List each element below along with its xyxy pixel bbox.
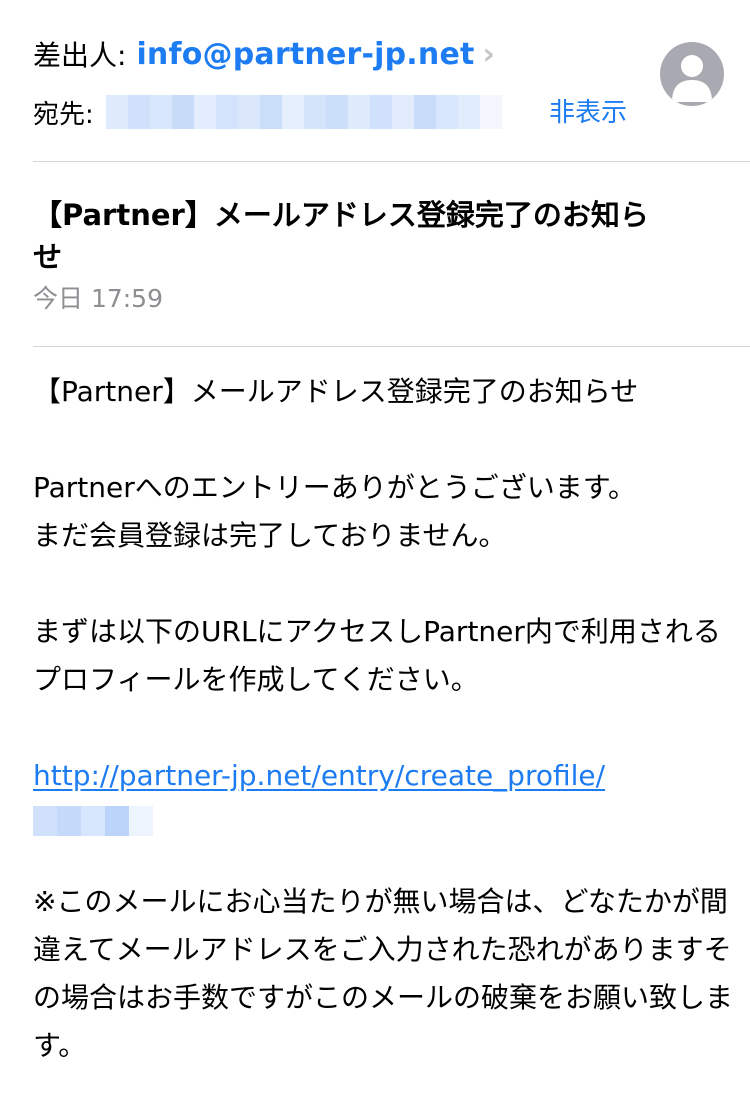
to-row: 宛先: — [33, 90, 502, 134]
person-silhouette-icon — [672, 55, 712, 102]
chevron-right-icon[interactable]: › — [483, 37, 495, 72]
from-label: 差出人: — [33, 39, 127, 72]
message-subject: 【Partner】メールアドレス登録完了のお知らせ — [33, 198, 649, 274]
from-row: 差出人: info@partner-jp.net › — [33, 30, 495, 78]
body-paragraph-disclaimer: ※このメールにお心当たりが無い場合は、どなたかが間違えてメールアドレスをご入力さ… — [33, 885, 734, 1062]
message-body: 【Partner】メールアドレス登録完了のお知らせ Partnerへのエントリー… — [33, 368, 733, 1070]
hide-details-link[interactable]: 非表示 — [549, 92, 627, 129]
body-heading: 【Partner】メールアドレス登録完了のお知らせ — [33, 375, 639, 408]
body-paragraph-entry: Partnerへのエントリーありがとうございます。 まだ会員登録は完了しておりま… — [33, 471, 636, 552]
sender-avatar[interactable] — [660, 42, 724, 106]
message-date: 今日 17:59 — [33, 284, 163, 313]
mail-header: 差出人: info@partner-jp.net › 宛先: 非表示 — [0, 0, 750, 162]
recipient-redacted-mosaic — [105, 95, 502, 129]
header-divider — [33, 161, 750, 162]
profile-url-link[interactable]: http://partner-jp.net/entry/create_profi… — [33, 759, 605, 792]
to-label: 宛先: — [33, 99, 94, 130]
url-token-redacted-mosaic[interactable] — [33, 806, 733, 836]
body-paragraph-instructions: まずは以下のURLにアクセスしPartner内で利用されるプロフィールを作成して… — [33, 615, 721, 696]
subject-divider — [33, 346, 750, 347]
sender-email-link[interactable]: info@partner-jp.net — [136, 37, 474, 72]
